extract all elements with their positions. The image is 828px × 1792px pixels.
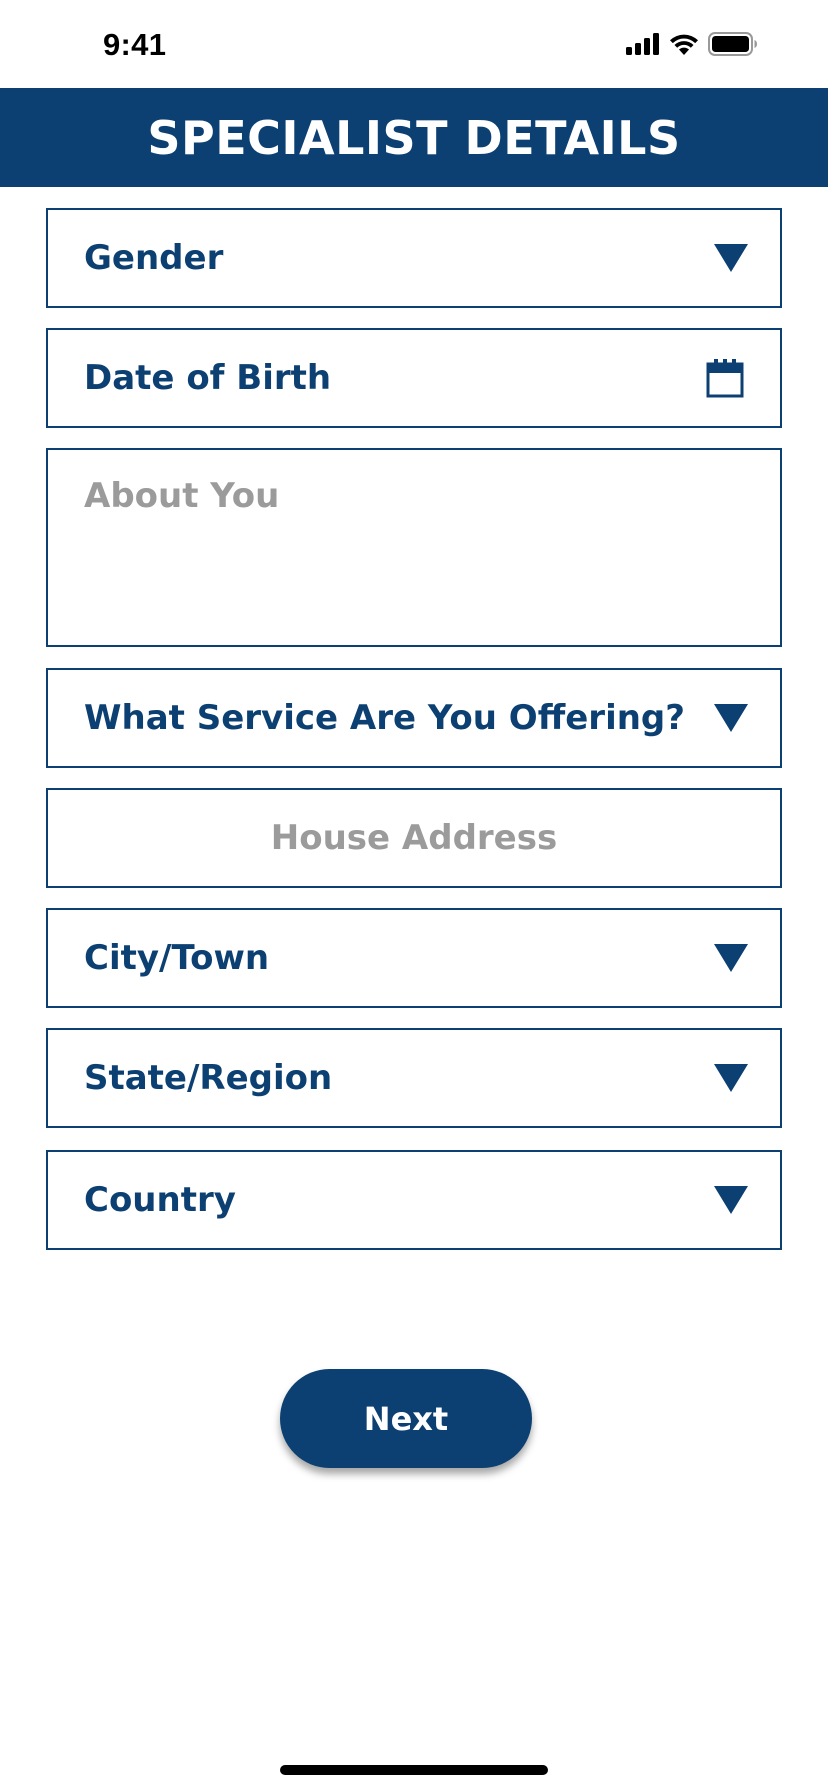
service-dropdown[interactable]: What Service Are You Offering? <box>46 668 782 768</box>
state-region-dropdown[interactable]: State/Region <box>46 1028 782 1128</box>
wifi-icon <box>670 34 698 55</box>
status-icons <box>626 32 758 56</box>
country-label: Country <box>84 1180 236 1220</box>
house-address-placeholder: House Address <box>270 818 558 858</box>
house-address-input[interactable]: House Address <box>46 788 782 888</box>
page-header: SPECIALIST DETAILS <box>0 88 828 187</box>
service-label: What Service Are You Offering? <box>84 698 685 738</box>
gender-label: Gender <box>84 238 224 278</box>
status-bar: 9:41 <box>0 0 828 88</box>
status-time: 9:41 <box>103 27 167 62</box>
caret-down-icon <box>714 1186 748 1214</box>
state-region-label: State/Region <box>84 1058 333 1098</box>
date-of-birth-label: Date of Birth <box>84 358 332 398</box>
gender-dropdown[interactable]: Gender <box>46 208 782 308</box>
country-dropdown[interactable]: Country <box>46 1150 782 1250</box>
battery-icon <box>708 32 757 56</box>
signal-icon <box>626 33 659 55</box>
date-of-birth-field[interactable]: Date of Birth <box>46 328 782 428</box>
page-title: SPECIALIST DETAILS <box>147 110 681 165</box>
home-indicator <box>280 1765 548 1775</box>
calendar-icon[interactable] <box>706 358 744 398</box>
city-town-label: City/Town <box>84 938 270 978</box>
about-you-textarea[interactable]: About You <box>46 448 782 647</box>
city-town-dropdown[interactable]: City/Town <box>46 908 782 1008</box>
caret-down-icon <box>714 704 748 732</box>
next-button[interactable]: Next <box>280 1369 532 1468</box>
caret-down-icon <box>714 944 748 972</box>
caret-down-icon <box>714 244 748 272</box>
caret-down-icon <box>714 1064 748 1092</box>
about-you-placeholder: About You <box>84 476 280 516</box>
